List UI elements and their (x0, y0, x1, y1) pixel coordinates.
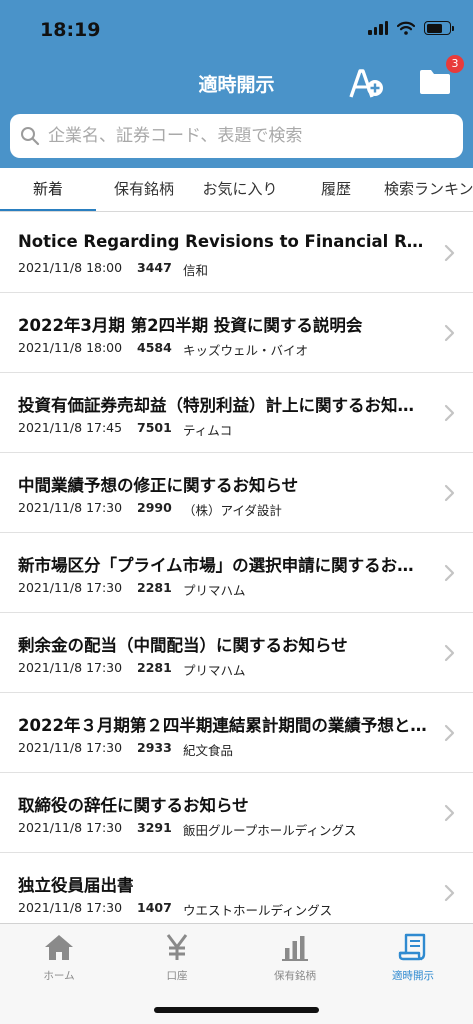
tabbar-label: 適時開示 (392, 970, 434, 982)
stock-code: 2281 (137, 580, 172, 595)
disclosure-datetime: 2021/11/8 17:30 (18, 820, 123, 835)
disclosure-title: 取締役の辞任に関するお知らせ (18, 796, 249, 815)
list-item[interactable]: 投資有価証券売却益（特別利益）計上に関するお知らせ 2021/11/8 17:4… (0, 373, 473, 453)
list-item[interactable]: 2022年３月期第２四半期連結累計期間の業績予想との差異に関するお知らせ 202… (0, 693, 473, 773)
tabbar-disclosure[interactable]: 適時開示 (354, 932, 472, 983)
tabbar-label: ホーム (43, 970, 75, 982)
tab-search-ranking[interactable]: 検索ランキング (384, 168, 473, 211)
tab-history[interactable]: 履歴 (288, 168, 384, 211)
home-indicator (154, 1007, 319, 1013)
chevron-right-icon (444, 244, 455, 262)
disclosure-title: 剰余金の配当（中間配当）に関するお知らせ (18, 636, 348, 655)
chevron-right-icon (444, 564, 455, 582)
list-item[interactable]: 独立役員届出書 2021/11/8 17:30 1407 ウエストホールディング… (0, 853, 473, 933)
disclosure-datetime: 2021/11/8 17:30 (18, 500, 123, 515)
stock-code: 3447 (137, 260, 172, 275)
tabbar-holdings[interactable]: 保有銘柄 (236, 932, 354, 983)
disclosure-datetime: 2021/11/8 18:00 (18, 340, 123, 355)
document-icon (398, 933, 426, 961)
stock-code: 1407 (137, 900, 172, 915)
home-icon (45, 935, 73, 960)
disclosure-title: 2022年3月期 第2四半期 投資に関する説明会 (18, 316, 363, 335)
disclosure-meta: 2021/11/8 18:00 4584 キッズウェル・バイオ (18, 340, 308, 359)
stock-code: 2281 (137, 660, 172, 675)
list-item[interactable]: Notice Regarding Revisions to Financial … (0, 213, 473, 293)
chevron-right-icon (444, 484, 455, 502)
chevron-right-icon (444, 324, 455, 342)
search-input[interactable] (48, 126, 448, 146)
chevron-right-icon (444, 884, 455, 902)
list-item[interactable]: 取締役の辞任に関するお知らせ 2021/11/8 17:30 3291 飯田グル… (0, 773, 473, 853)
tab-new[interactable]: 新着 (0, 168, 96, 211)
disclosure-datetime: 2021/11/8 17:30 (18, 580, 123, 595)
disclosure-list: Notice Regarding Revisions to Financial … (0, 213, 473, 933)
disclosure-meta: 2021/11/8 17:45 7501 ティムコ (18, 420, 232, 439)
company-name: （株）アイダ設計 (183, 503, 282, 518)
disclosure-title: Notice Regarding Revisions to Financial … (18, 232, 430, 251)
disclosure-meta: 2021/11/8 17:30 2281 プリマハム (18, 660, 246, 679)
category-tabs: 新着 保有銘柄 お気に入り 履歴 検索ランキング (0, 168, 473, 212)
disclosure-meta: 2021/11/8 17:30 3291 飯田グループホールディングス (18, 820, 356, 839)
disclosure-title: 新市場区分「プライム市場」の選択申請に関するお知らせ (18, 556, 430, 575)
stock-code: 7501 (137, 420, 172, 435)
list-item[interactable]: 新市場区分「プライム市場」の選択申請に関するお知らせ 2021/11/8 17:… (0, 533, 473, 613)
folder-icon (420, 70, 450, 94)
list-item[interactable]: 中間業績予想の修正に関するお知らせ 2021/11/8 17:30 2990 （… (0, 453, 473, 533)
disclosure-title: 2022年３月期第２四半期連結累計期間の業績予想との差異に関するお知らせ (18, 716, 430, 735)
chevron-right-icon (444, 724, 455, 742)
chevron-right-icon (444, 644, 455, 662)
bar-chart-icon (282, 936, 308, 961)
chevron-right-icon (444, 404, 455, 422)
disclosure-meta: 2021/11/8 17:30 1407 ウエストホールディングス (18, 900, 332, 919)
notification-badge: 3 (446, 55, 464, 73)
disclosure-title: 中間業績予想の修正に関するお知らせ (18, 476, 299, 495)
stock-code: 2990 (137, 500, 172, 515)
company-name: キッズウェル・バイオ (183, 343, 309, 358)
company-name: 信和 (183, 263, 209, 278)
status-time: 18:19 (40, 19, 101, 41)
company-name: ティムコ (183, 423, 233, 438)
header-bar: 18:19 適時開示 3 (0, 0, 473, 168)
list-item[interactable]: 剰余金の配当（中間配当）に関するお知らせ 2021/11/8 17:30 228… (0, 613, 473, 693)
disclosure-datetime: 2021/11/8 17:30 (18, 900, 123, 915)
list-item[interactable]: 2022年3月期 第2四半期 投資に関する説明会 2021/11/8 18:00… (0, 293, 473, 373)
font-size-button[interactable] (348, 66, 384, 102)
wifi-icon (397, 21, 415, 35)
disclosure-datetime: 2021/11/8 18:00 (18, 260, 123, 275)
disclosure-datetime: 2021/11/8 17:45 (18, 420, 123, 435)
bottom-tab-bar: ホーム 口座 保有銘柄 適時開示 (0, 923, 473, 1024)
company-name: プリマハム (183, 663, 246, 678)
search-icon (21, 127, 40, 146)
font-size-plus-icon (349, 69, 383, 98)
company-name: 紀文食品 (183, 743, 234, 758)
tabbar-account[interactable]: 口座 (118, 932, 236, 983)
status-bar: 18:19 (0, 0, 473, 60)
tabbar-label: 口座 (166, 970, 188, 982)
tabbar-label: 保有銘柄 (274, 970, 316, 982)
tabbar-home[interactable]: ホーム (0, 932, 118, 983)
status-icons (368, 21, 454, 35)
stock-code: 3291 (137, 820, 172, 835)
disclosure-meta: 2021/11/8 17:30 2990 （株）アイダ設計 (18, 500, 282, 519)
stock-code: 2933 (137, 740, 172, 755)
company-name: プリマハム (183, 583, 246, 598)
battery-icon (424, 21, 454, 35)
tab-favorites[interactable]: お気に入り (192, 168, 288, 211)
company-name: ウエストホールディングス (183, 903, 333, 918)
stock-code: 4584 (137, 340, 172, 355)
cellular-signal-icon (368, 21, 388, 35)
tab-holdings[interactable]: 保有銘柄 (96, 168, 192, 211)
search-bar[interactable] (10, 114, 463, 158)
disclosure-title: 独立役員届出書 (18, 876, 134, 895)
disclosure-datetime: 2021/11/8 17:30 (18, 660, 123, 675)
disclosure-datetime: 2021/11/8 17:30 (18, 740, 123, 755)
chevron-right-icon (444, 804, 455, 822)
yen-icon (166, 934, 188, 960)
disclosure-meta: 2021/11/8 18:00 3447 信和 (18, 260, 208, 279)
disclosure-meta: 2021/11/8 17:30 2933 紀文食品 (18, 740, 233, 759)
company-name: 飯田グループホールディングス (183, 823, 357, 838)
disclosure-title: 投資有価証券売却益（特別利益）計上に関するお知らせ (18, 396, 430, 415)
disclosure-meta: 2021/11/8 17:30 2281 プリマハム (18, 580, 246, 599)
page-title: 適時開示 (198, 74, 275, 96)
